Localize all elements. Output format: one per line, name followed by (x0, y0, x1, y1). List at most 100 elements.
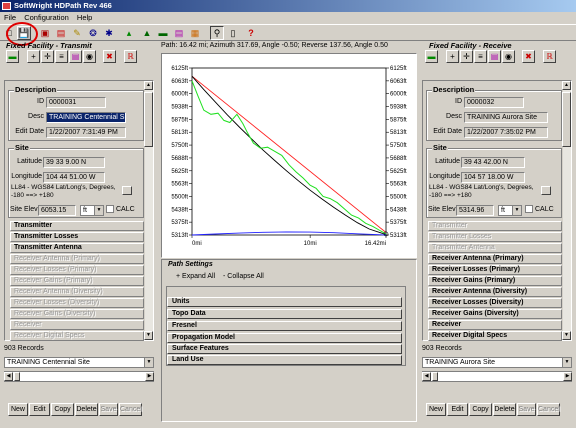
path-setting-fresnel[interactable]: Fresnel (167, 321, 402, 331)
left-scrollbar[interactable]: ▲ ▼ (144, 81, 153, 340)
left-datum-button[interactable] (122, 186, 132, 195)
left-copy-button[interactable]: Copy (51, 403, 74, 416)
right-copy-button[interactable]: Copy (469, 403, 492, 416)
menu-configuration[interactable]: Configuration (24, 13, 69, 22)
scroll-left-icon[interactable]: ◀ (4, 372, 13, 381)
map-icon[interactable]: ▴ (122, 26, 136, 40)
left-section-receiver-gains-primary[interactable]: Receiver Gains (Primary) (10, 276, 144, 286)
path-setting-land-use[interactable]: Land Use (167, 355, 402, 365)
path-setting-topo-data[interactable]: Topo Data (167, 309, 402, 319)
radio-icon[interactable]: ℝ (543, 50, 556, 63)
right-section-receiver-antenna-primary[interactable]: Receiver Antenna (Primary) (428, 254, 562, 264)
path-setting-propagation-model[interactable]: Propagation Model (167, 333, 402, 343)
left-section-receiver[interactable]: Receiver (10, 320, 144, 330)
right-lat-field[interactable]: 39 43 42.00 N (461, 157, 525, 168)
zoom-icon[interactable]: ⚲ (210, 26, 224, 40)
right-scrollbar[interactable]: ▲ ▼ (562, 81, 571, 340)
right-section-transmitter[interactable]: Transmitter (428, 221, 562, 231)
left-section-transmitter-antenna[interactable]: Transmitter Antenna (10, 243, 144, 253)
radio-icon[interactable]: ℝ (124, 50, 137, 63)
left-section-transmitter[interactable]: Transmitter (10, 221, 144, 231)
collapse-all-link[interactable]: - Collapse All (223, 273, 264, 280)
right-site-select[interactable]: TRAINING Aurora Site ▼ (422, 357, 572, 368)
scroll-right-icon[interactable]: ▶ (563, 372, 572, 381)
compass-icon[interactable]: ❂ (86, 26, 100, 40)
right-section-receiver-gains-diversity[interactable]: Receiver Gains (Diversity) (428, 309, 562, 319)
scroll-up-icon[interactable]: ▲ (562, 81, 571, 90)
left-new-button[interactable]: New (8, 403, 28, 416)
scroll-thumb[interactable] (562, 92, 571, 147)
list-icon[interactable]: ≡ (55, 50, 68, 63)
left-calc-checkbox[interactable] (106, 205, 114, 213)
filter-icon[interactable]: ✖ (103, 50, 116, 63)
right-section-receiver-losses-primary[interactable]: Receiver Losses (Primary) (428, 265, 562, 275)
left-desc-field[interactable]: TRAINING Centennial Site (46, 112, 126, 123)
open-icon[interactable]: ▣ (38, 26, 52, 40)
profile-icon[interactable]: ▬ (156, 26, 170, 40)
scroll-thumb[interactable] (432, 372, 438, 381)
right-section-receiver-antenna-diversity[interactable]: Receiver Antenna (Diversity) (428, 287, 562, 297)
list-icon[interactable]: ≡ (474, 50, 487, 63)
binoculars-icon[interactable]: ◉ (502, 50, 515, 63)
right-section-transmitter-antenna[interactable]: Transmitter Antenna (428, 243, 562, 253)
report-icon[interactable]: ▦ (188, 26, 202, 40)
right-elev-field[interactable]: 5314.96 (456, 205, 494, 216)
right-datum-button[interactable] (541, 186, 551, 195)
terrain-icon[interactable]: ▲ (140, 26, 154, 40)
right-delete-button[interactable]: Delete (493, 403, 516, 416)
antenna-icon[interactable]: ✱ (102, 26, 116, 40)
path-setting-units[interactable]: Units (167, 297, 402, 307)
add-icon[interactable]: + (446, 50, 459, 63)
chart-icon[interactable]: ▤ (488, 50, 501, 63)
left-edit-button[interactable]: Edit (29, 403, 50, 416)
binoculars-icon[interactable]: ◉ (83, 50, 96, 63)
move-icon[interactable]: ✛ (41, 50, 54, 63)
left-hscroll[interactable]: ◀ ▶ (4, 371, 154, 382)
left-unit-select[interactable]: ft ▼ (80, 205, 104, 216)
right-new-button[interactable]: New (426, 403, 446, 416)
right-hscroll[interactable]: ◀ ▶ (422, 371, 572, 382)
left-section-receiver-antenna-primary[interactable]: Receiver Antenna (Primary) (10, 254, 144, 264)
right-section-receiver-digital-specs[interactable]: Receiver Digital Specs (428, 331, 562, 341)
expand-all-link[interactable]: + Expand All (176, 273, 215, 280)
move-icon[interactable]: ✛ (460, 50, 473, 63)
chart-icon[interactable]: ▤ (172, 26, 186, 40)
right-desc-field[interactable]: TRAINING Aurora Site (464, 112, 548, 123)
scroll-thumb[interactable] (144, 92, 153, 147)
scroll-down-icon[interactable]: ▼ (562, 331, 571, 340)
left-section-receiver-gains-diversity[interactable]: Receiver Gains (Diversity) (10, 309, 144, 319)
right-section-receiver-gains-primary[interactable]: Receiver Gains (Primary) (428, 276, 562, 286)
add-icon[interactable]: + (27, 50, 40, 63)
left-delete-button[interactable]: Delete (75, 403, 98, 416)
right-id-field[interactable]: 0000032 (464, 97, 524, 108)
filter-icon[interactable]: ✖ (522, 50, 535, 63)
scroll-right-icon[interactable]: ▶ (145, 372, 154, 381)
left-section-receiver-digital-specs[interactable]: Receiver Digital Specs (10, 331, 144, 341)
right-calc-checkbox[interactable] (525, 205, 533, 213)
left-section-receiver-losses-primary[interactable]: Receiver Losses (Primary) (10, 265, 144, 275)
profile-icon[interactable]: ▬ (425, 50, 438, 63)
right-section-receiver-losses-diversity[interactable]: Receiver Losses (Diversity) (428, 298, 562, 308)
right-lon-field[interactable]: 104 57 18.00 W (461, 172, 525, 183)
scroll-thumb[interactable] (14, 372, 20, 381)
left-section-transmitter-losses[interactable]: Transmitter Losses (10, 232, 144, 242)
left-id-field[interactable]: 0000031 (46, 97, 106, 108)
menu-help[interactable]: Help (77, 13, 92, 22)
left-site-select[interactable]: TRAINING Centennial Site ▼ (4, 357, 154, 368)
scroll-left-icon[interactable]: ◀ (422, 372, 431, 381)
edit-icon[interactable]: ✎ (70, 26, 84, 40)
profile-icon[interactable]: ▬ (6, 50, 19, 63)
chart-icon[interactable]: ▤ (69, 50, 82, 63)
path-setting-surface-features[interactable]: Surface Features (167, 344, 402, 354)
help-icon[interactable]: ? (244, 26, 258, 40)
left-lat-field[interactable]: 39 33 9.00 N (43, 157, 105, 168)
left-section-receiver-antenna-diversity[interactable]: Receiver Antenna (Diversity) (10, 287, 144, 297)
menu-file[interactable]: File (4, 13, 16, 22)
right-edit-button[interactable]: Edit (447, 403, 468, 416)
right-section-receiver[interactable]: Receiver (428, 320, 562, 330)
scroll-down-icon[interactable]: ▼ (144, 331, 153, 340)
left-elev-field[interactable]: 6053.15 (38, 205, 76, 216)
right-unit-select[interactable]: ft ▼ (498, 205, 522, 216)
page-icon[interactable]: ▯ (226, 26, 240, 40)
right-section-transmitter-losses[interactable]: Transmitter Losses (428, 232, 562, 242)
